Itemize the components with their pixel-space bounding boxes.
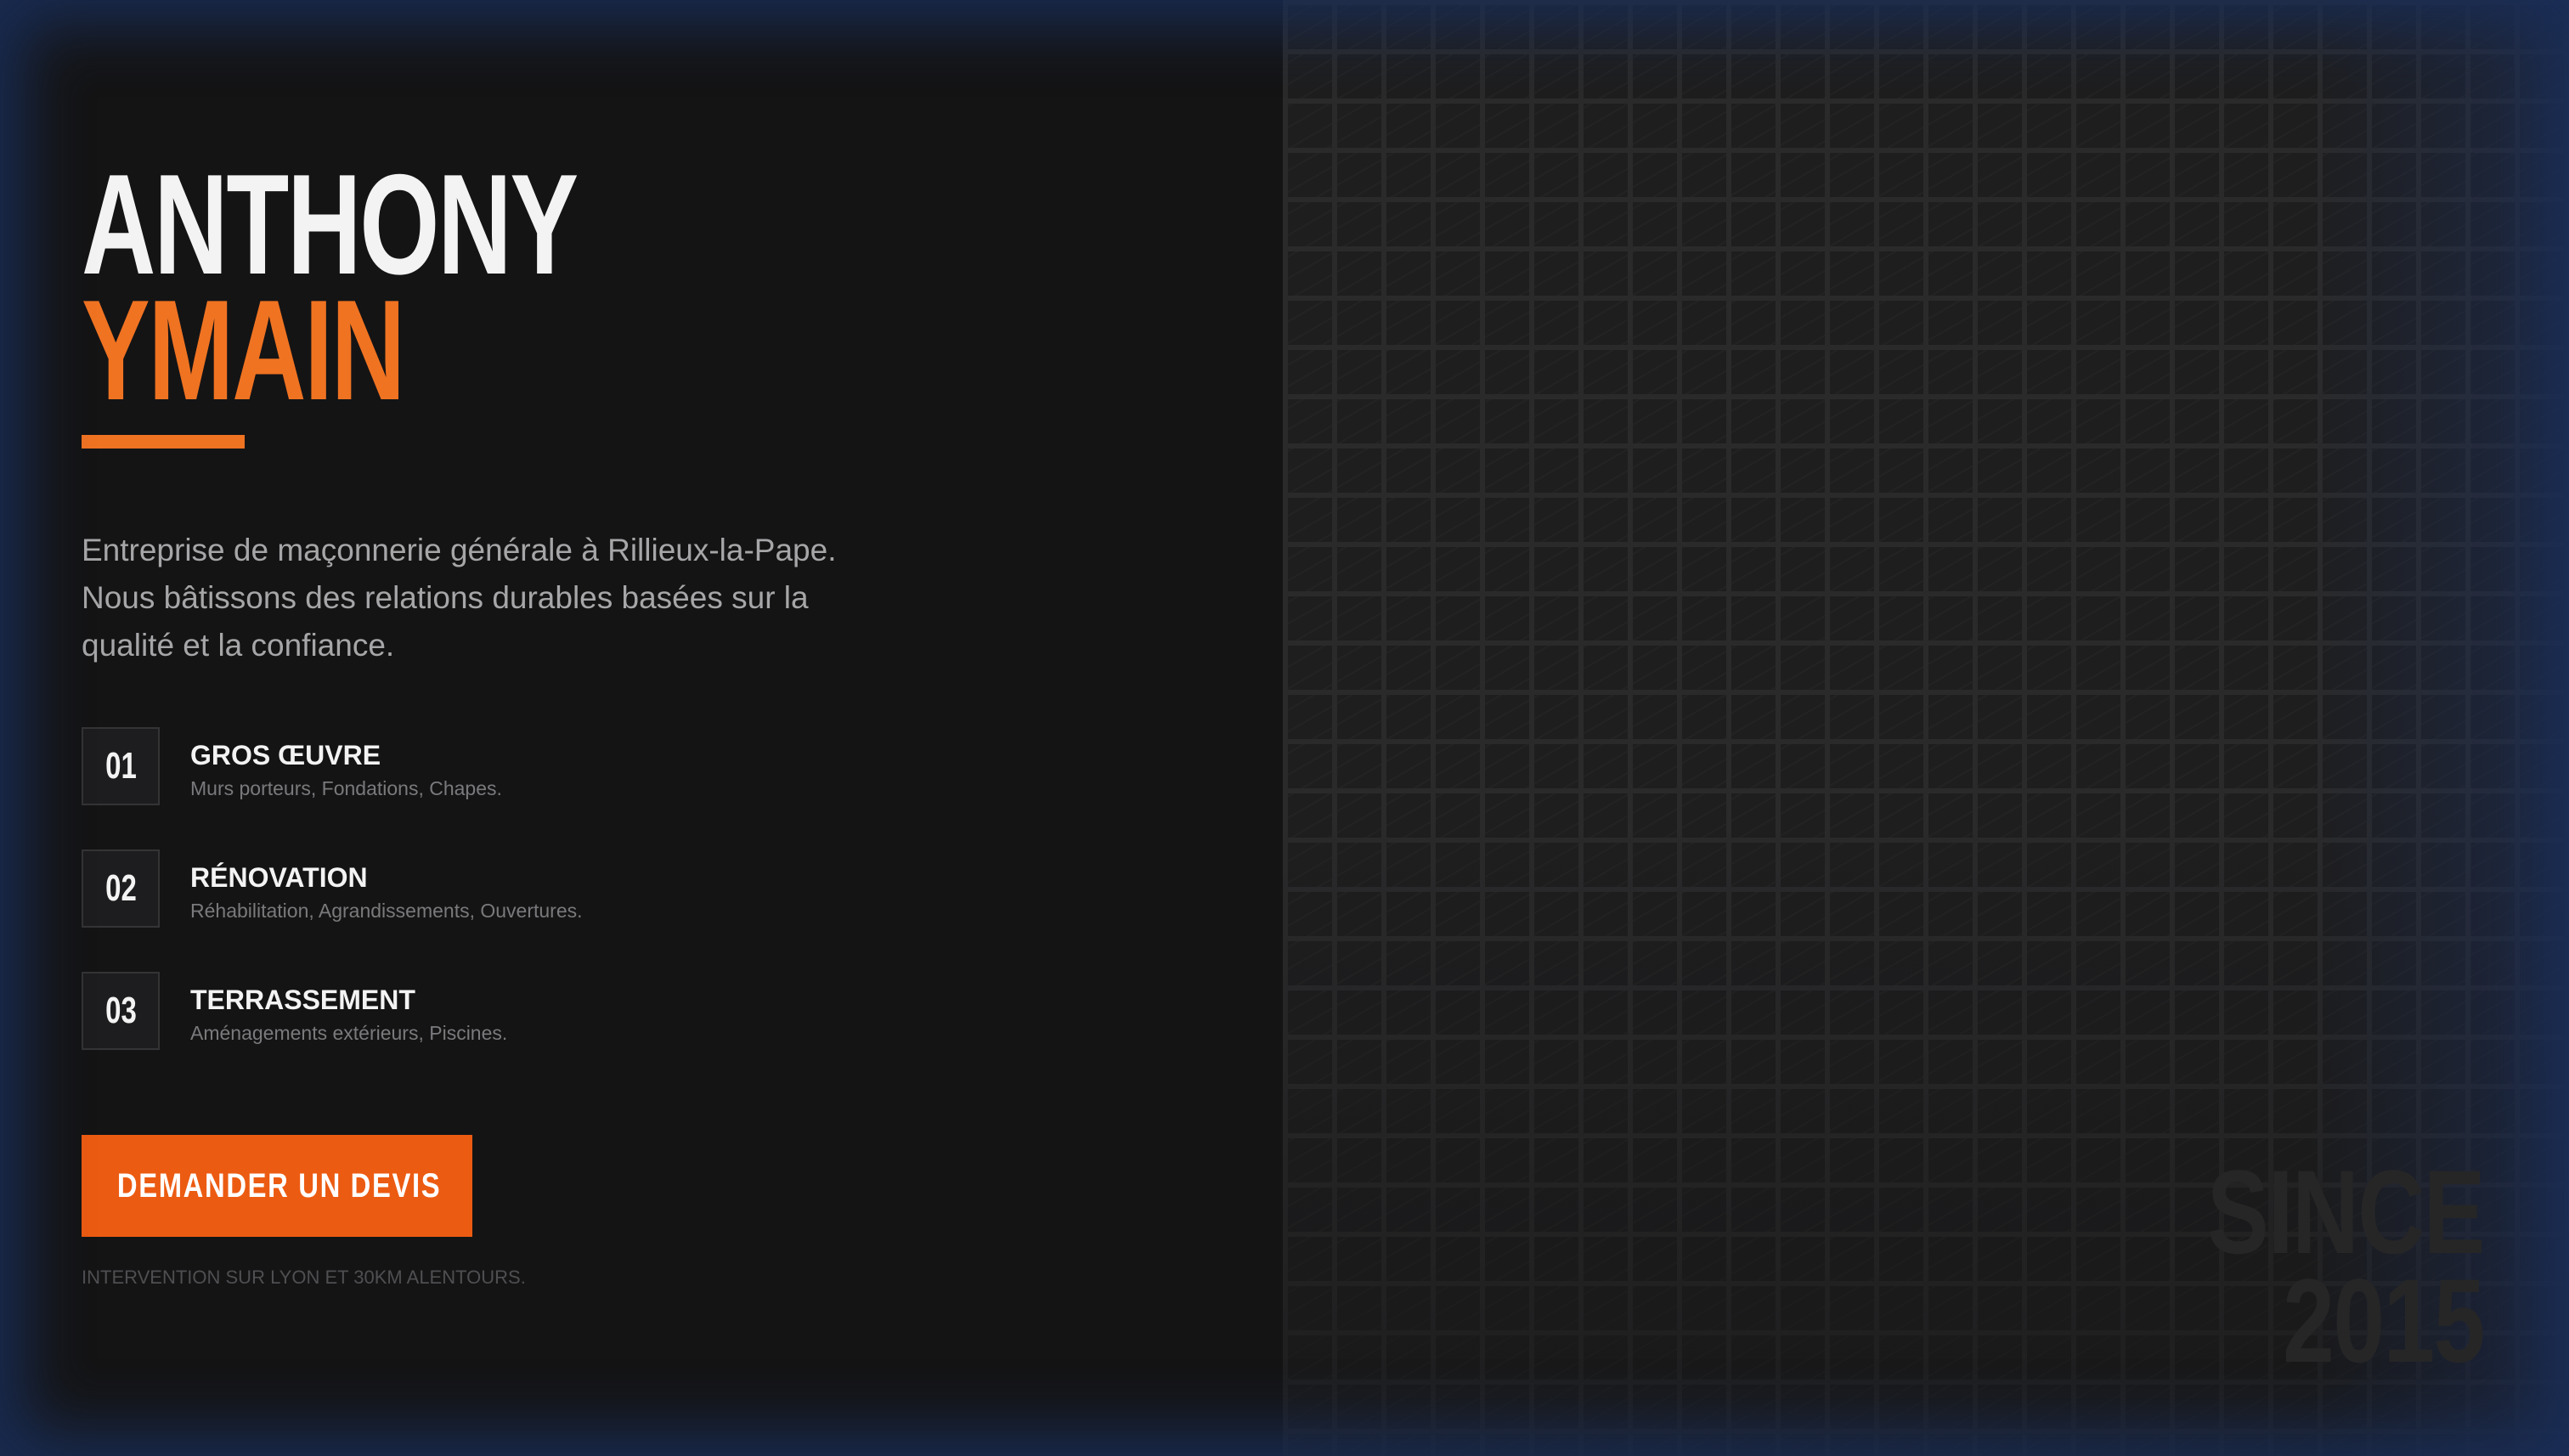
service-number-badge: 03	[82, 972, 160, 1050]
service-item: 03 TERRASSEMENT Aménagements extérieurs,…	[82, 972, 846, 1053]
service-title: TERRASSEMENT	[190, 985, 415, 1015]
service-title: RÉNOVATION	[190, 862, 368, 893]
service-number: 02	[104, 867, 137, 909]
service-area-note: INTERVENTION SUR LYON ET 30KM ALENTOURS.	[82, 1267, 526, 1288]
service-number: 03	[104, 990, 137, 1031]
hero-content-panel: ANTHONY YMAIN Entreprise de maçonnerie g…	[0, 0, 1283, 1456]
since-label: SINCE	[2207, 1145, 2486, 1278]
title-accent-bar	[82, 435, 245, 449]
service-title: GROS ŒUVRE	[190, 740, 381, 770]
service-number: 01	[104, 745, 137, 787]
intro-text: Entreprise de maçonnerie générale à Rill…	[82, 533, 837, 663]
service-description: Aménagements extérieurs, Piscines.	[190, 1022, 508, 1044]
service-number-badge: 02	[82, 849, 160, 928]
hero-card: ANTHONY YMAIN Entreprise de maçonnerie g…	[0, 0, 2569, 1456]
name-first: ANTHONY	[82, 144, 579, 304]
service-description: Réhabilitation, Agrandissements, Ouvertu…	[190, 900, 583, 922]
service-description: Murs porteurs, Fondations, Chapes.	[190, 777, 502, 799]
since-watermark: SINCE 2015	[2207, 1145, 2486, 1387]
since-year: 2015	[2283, 1254, 2485, 1387]
name-last: YMAIN	[82, 270, 405, 430]
service-number-badge: 01	[82, 727, 160, 805]
service-item: 01 GROS ŒUVRE Murs porteurs, Fondations,…	[82, 727, 846, 809]
page-frame: ANTHONY YMAIN Entreprise de maçonnerie g…	[0, 0, 2569, 1456]
service-item: 02 RÉNOVATION Réhabilitation, Agrandisse…	[82, 849, 846, 931]
request-quote-button[interactable]: DEMANDER UN DEVIS	[82, 1135, 472, 1237]
request-quote-label: DEMANDER UN DEVIS	[116, 1167, 442, 1205]
company-name: ANTHONY YMAIN	[82, 144, 579, 430]
brick-wall-image: SINCE 2015	[1283, 0, 2569, 1456]
